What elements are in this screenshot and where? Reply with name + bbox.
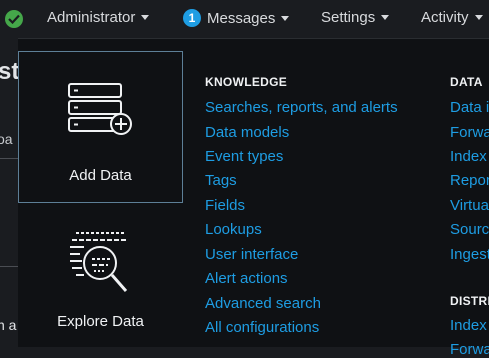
link-source-types[interactable]: Sourc — [450, 221, 489, 238]
explore-data-label: Explore Data — [57, 313, 144, 330]
data-section-title: DATA — [450, 75, 483, 89]
top-navigation-bar: Administrator 1 Messages Settings Activi… — [0, 0, 489, 38]
explore-data-icon — [70, 232, 128, 292]
link-forwarder-management[interactable]: Forwa — [450, 341, 489, 358]
add-data-icon — [68, 83, 132, 135]
background-page: st oa n a — [0, 38, 18, 347]
link-indexes[interactable]: Index — [450, 148, 487, 165]
divider — [0, 158, 18, 159]
link-advanced-search[interactable]: Advanced search — [205, 295, 321, 312]
divider — [0, 266, 18, 267]
link-data-inputs[interactable]: Data i — [450, 99, 489, 116]
messages-menu-label: Messages — [207, 9, 276, 27]
link-ingest-actions[interactable]: Ingest — [450, 246, 489, 263]
tab-fragment: oa — [0, 131, 13, 147]
activity-menu-label: Activity — [421, 9, 469, 26]
link-virtual-indexes[interactable]: Virtua — [450, 197, 489, 214]
settings-menu[interactable]: Settings — [321, 9, 390, 26]
messages-count-badge: 1 — [183, 9, 201, 27]
caret-down-icon — [474, 15, 483, 20]
add-data-tile[interactable]: Add Data — [18, 51, 183, 203]
link-forwarding[interactable]: Forwa — [450, 124, 489, 141]
link-indexer-clustering[interactable]: Index — [450, 317, 487, 334]
knowledge-section-title: KNOWLEDGE — [205, 75, 288, 89]
caret-down-icon — [281, 15, 290, 21]
link-lookups[interactable]: Lookups — [205, 221, 262, 238]
link-searches-reports-alerts[interactable]: Searches, reports, and alerts — [205, 99, 398, 116]
link-alert-actions[interactable]: Alert actions — [205, 270, 288, 287]
check-circle-icon[interactable] — [5, 10, 23, 28]
link-report-acceleration[interactable]: Repor — [450, 172, 489, 189]
caret-down-icon — [141, 15, 150, 20]
settings-menu-label: Settings — [321, 9, 376, 26]
page-title-fragment: st — [0, 58, 18, 85]
link-user-interface[interactable]: User interface — [205, 246, 298, 263]
link-data-models[interactable]: Data models — [205, 124, 289, 141]
link-event-types[interactable]: Event types — [205, 148, 283, 165]
link-all-configurations[interactable]: All configurations — [205, 319, 319, 336]
caret-down-icon — [381, 15, 390, 20]
link-fields[interactable]: Fields — [205, 197, 245, 214]
user-menu[interactable]: Administrator — [47, 9, 150, 26]
link-tags[interactable]: Tags — [205, 172, 237, 189]
distributed-section-title: DISTRI — [450, 294, 489, 308]
activity-menu[interactable]: Activity — [421, 9, 483, 26]
text-fragment: n a — [0, 317, 17, 333]
user-menu-label: Administrator — [47, 9, 136, 26]
messages-menu[interactable]: 1 Messages — [183, 9, 290, 27]
settings-dropdown-panel: Add Data Explore Data KNOWLEDGE Searches… — [18, 38, 489, 358]
explore-data-tile[interactable]: Explore Data — [18, 207, 183, 348]
add-data-label: Add Data — [69, 167, 132, 184]
